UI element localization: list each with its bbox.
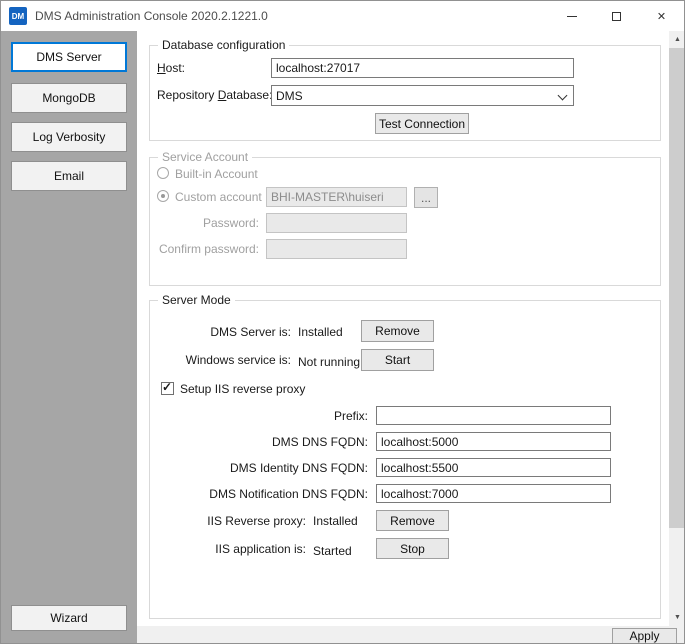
vertical-scrollbar[interactable]: ▲ ▼ (669, 31, 685, 626)
scroll-up-button[interactable]: ▲ (669, 31, 685, 48)
windows-service-start-button[interactable]: Start (361, 349, 434, 371)
sidebar-item-email[interactable]: Email (11, 161, 127, 191)
radio-dot (161, 194, 165, 198)
repository-database-value: DMS (276, 89, 303, 103)
minimize-button[interactable] (549, 1, 594, 31)
host-label: Host: (157, 61, 185, 75)
repository-database-select[interactable]: DMS (271, 85, 574, 106)
dms-dns-fqdn-input[interactable] (376, 432, 611, 451)
host-input[interactable] (271, 58, 574, 78)
browse-account-button: ... (414, 187, 438, 208)
prefix-input[interactable] (376, 406, 611, 425)
sidebar-item-mongodb[interactable]: MongoDB (11, 83, 127, 113)
password-label: Password: (141, 216, 259, 230)
server-mode-legend: Server Mode (158, 293, 235, 307)
windows-service-status: Not running (298, 355, 360, 369)
prefix-label: Prefix: (171, 409, 368, 423)
sidebar-item-log-verbosity[interactable]: Log Verbosity (11, 122, 127, 152)
minimize-icon (567, 16, 577, 17)
database-configuration-legend: Database configuration (158, 38, 289, 52)
window-title: DMS Administration Console 2020.2.1221.0 (35, 9, 268, 23)
dms-notification-dns-fqdn-label: DMS Notification DNS FQDN: (171, 487, 368, 501)
windows-service-is-label: Windows service is: (151, 353, 291, 367)
window-controls: ✕ (549, 1, 684, 31)
custom-account-label: Custom account (175, 190, 262, 204)
app-icon: DM (9, 7, 27, 25)
wizard-button[interactable]: Wizard (11, 605, 127, 631)
close-button[interactable]: ✕ (639, 1, 684, 31)
sidebar: DMS Server MongoDB Log Verbosity Email W… (1, 31, 137, 644)
service-account-legend: Service Account (158, 150, 252, 164)
iis-application-stop-button[interactable]: Stop (376, 538, 449, 559)
builtin-account-label: Built-in Account (175, 167, 258, 181)
maximize-icon (612, 12, 621, 21)
iis-reverse-proxy-status: Installed (313, 514, 358, 528)
footer-bar (137, 626, 685, 644)
iis-reverse-proxy-label: IIS Reverse proxy: (151, 514, 306, 528)
dms-identity-dns-fqdn-input[interactable] (376, 458, 611, 477)
checkmark-icon: ✓ (162, 380, 172, 394)
iis-application-status: Started (313, 544, 352, 558)
dms-identity-dns-fqdn-label: DMS Identity DNS FQDN: (171, 461, 368, 475)
iis-application-is-label: IIS application is: (151, 542, 306, 556)
custom-account-input (266, 187, 407, 207)
dms-dns-fqdn-label: DMS DNS FQDN: (171, 435, 368, 449)
dms-server-remove-button[interactable]: Remove (361, 320, 434, 342)
scroll-down-button[interactable]: ▼ (669, 609, 685, 626)
password-input (266, 213, 407, 233)
scroll-up-icon: ▲ (674, 36, 681, 43)
close-icon: ✕ (657, 10, 666, 23)
custom-account-radio (157, 190, 169, 202)
test-connection-button[interactable]: Test Connection (375, 113, 469, 134)
repository-database-label: Repository Database: (157, 88, 272, 102)
builtin-account-radio (157, 167, 169, 179)
maximize-button[interactable] (594, 1, 639, 31)
titlebar: DM DMS Administration Console 2020.2.122… (1, 1, 684, 31)
iis-reverse-proxy-remove-button[interactable]: Remove (376, 510, 449, 531)
dms-server-status: Installed (298, 325, 343, 339)
confirm-password-input (266, 239, 407, 259)
dms-notification-dns-fqdn-input[interactable] (376, 484, 611, 503)
dms-server-is-label: DMS Server is: (151, 325, 291, 339)
apply-button[interactable]: Apply (612, 628, 677, 644)
chevron-down-icon (558, 91, 568, 101)
window: DM DMS Administration Console 2020.2.122… (0, 0, 685, 644)
setup-iis-reverse-proxy-label: Setup IIS reverse proxy (180, 382, 305, 396)
scrollbar-thumb[interactable] (669, 48, 685, 528)
confirm-password-label: Confirm password: (141, 242, 259, 256)
setup-iis-reverse-proxy-checkbox[interactable]: ✓ (161, 382, 174, 395)
scroll-down-icon: ▼ (674, 614, 681, 621)
sidebar-item-dms-server[interactable]: DMS Server (11, 42, 127, 72)
